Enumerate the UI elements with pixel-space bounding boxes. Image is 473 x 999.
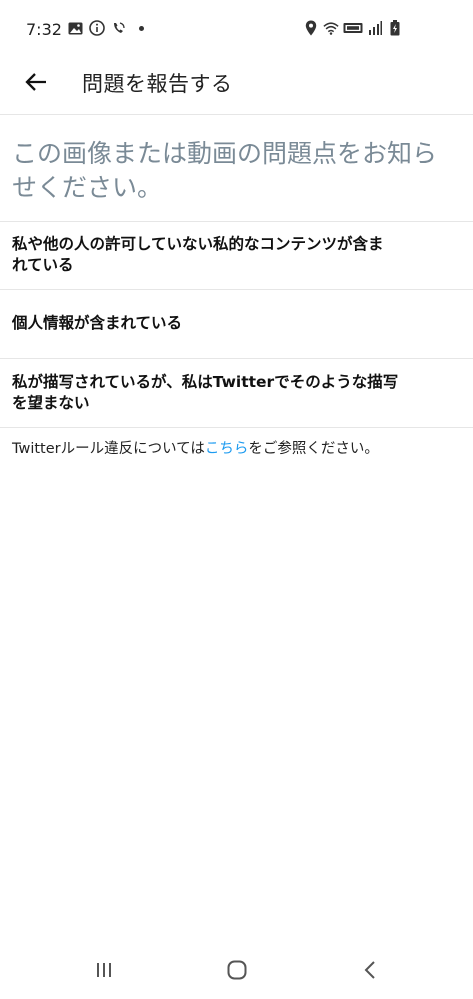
battery-icon bbox=[387, 20, 403, 36]
report-prompt-line1: この画像または動画の問題点をお知ら bbox=[12, 139, 438, 168]
wifi-icon bbox=[323, 20, 339, 36]
option-private-content-line2: れている bbox=[12, 256, 74, 274]
volte-icon bbox=[343, 20, 363, 36]
option-personal-info[interactable]: 個人情報が含まれている bbox=[0, 313, 473, 334]
arrow-left-icon bbox=[25, 72, 47, 96]
app-header: 問題を報告する bbox=[0, 54, 473, 115]
divider bbox=[0, 427, 473, 428]
option-depicted-unwanted-line2: を望まない bbox=[12, 394, 90, 412]
dot-icon bbox=[133, 20, 149, 36]
report-prompt-line2: せください。 bbox=[12, 173, 163, 202]
page-title: 問題を報告する bbox=[82, 72, 233, 96]
image-icon bbox=[67, 20, 83, 36]
report-prompt: この画像または動画の問題点をお知ら せください。 bbox=[12, 137, 452, 205]
home-icon bbox=[226, 959, 248, 985]
status-left-icons bbox=[67, 20, 149, 36]
home-button[interactable] bbox=[222, 957, 252, 987]
option-depicted-unwanted-line1: 私が描写されているが、私はTwitterでそのような描写 bbox=[12, 373, 399, 391]
option-personal-info-line1: 個人情報が含まれている bbox=[12, 314, 183, 332]
navigation-bar bbox=[0, 943, 473, 999]
rules-link[interactable]: こちら bbox=[205, 441, 249, 457]
status-time: 7:32 bbox=[26, 20, 62, 39]
wifi-calling-icon bbox=[111, 20, 127, 36]
rules-text-suffix: をご参照ください。 bbox=[248, 441, 379, 457]
signal-icon bbox=[367, 20, 383, 36]
recent-apps-icon bbox=[94, 961, 114, 983]
option-depicted-unwanted[interactable]: 私が描写されているが、私はTwitterでそのような描写 を望まない bbox=[0, 372, 473, 414]
status-bar: 7:32 bbox=[0, 0, 473, 60]
option-private-content[interactable]: 私や他の人の許可していない私的なコンテンツが含ま れている bbox=[0, 234, 473, 276]
recent-apps-button[interactable] bbox=[89, 957, 119, 987]
divider bbox=[0, 289, 473, 290]
info-icon bbox=[89, 20, 105, 36]
rules-text-prefix: Twitterルール違反については bbox=[12, 441, 205, 457]
nav-back-button[interactable] bbox=[355, 957, 385, 987]
divider bbox=[0, 221, 473, 222]
divider bbox=[0, 358, 473, 359]
status-right-icons bbox=[303, 20, 403, 36]
location-icon bbox=[303, 20, 319, 36]
back-button[interactable] bbox=[18, 66, 54, 102]
rules-text: Twitterルール違反についてはこちらをご参照ください。 bbox=[12, 437, 379, 458]
option-private-content-line1: 私や他の人の許可していない私的なコンテンツが含ま bbox=[12, 235, 384, 253]
back-icon bbox=[363, 960, 377, 984]
